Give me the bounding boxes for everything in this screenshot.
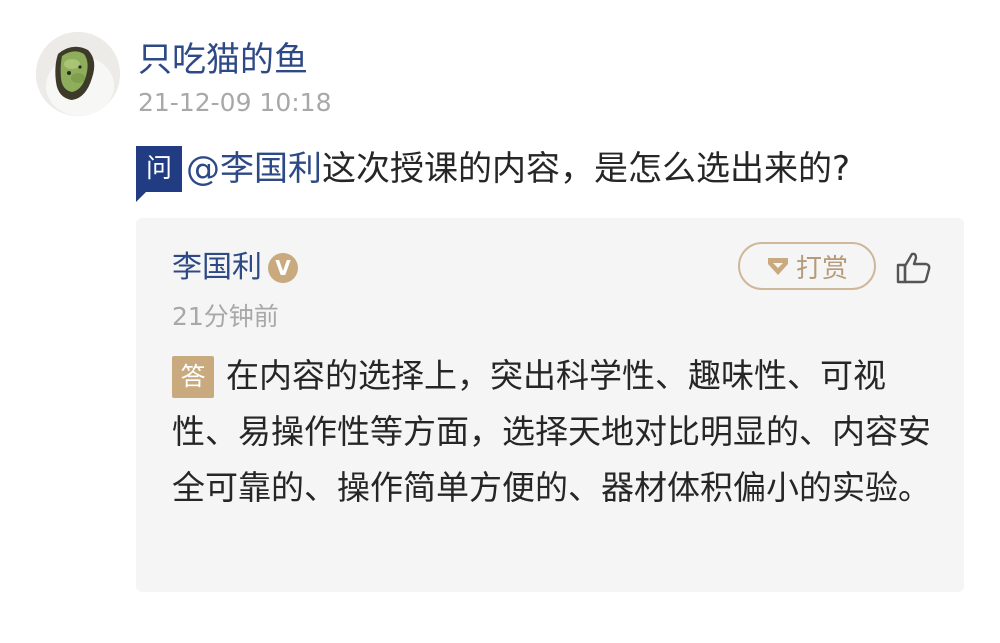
answer-body: 答在内容的选择上，突出科学性、趣味性、可视性、易操作性等方面，选择天地对比明显的…: [172, 348, 932, 516]
question-mention-link[interactable]: @李国利: [186, 146, 322, 192]
question: 问 @李国利 这次授课的内容，是怎么选出来的?: [136, 146, 851, 202]
answer-card: 李国利 V 打赏 21分钟前 答在内容的选择上，突出科学性、趣味性、可视性、易操…: [136, 218, 964, 592]
answerer-name[interactable]: 李国利: [172, 246, 262, 290]
tip-button[interactable]: 打赏: [738, 242, 876, 290]
answer-time: 21分钟前: [172, 302, 279, 331]
question-text: 这次授课的内容，是怎么选出来的?: [322, 149, 851, 189]
question-badge: 问: [136, 146, 182, 202]
post-author-name[interactable]: 只吃猫的鱼: [138, 38, 308, 82]
answer-text: 在内容的选择上，突出科学性、趣味性、可视性、易操作性等方面，选择天地对比明显的、…: [172, 356, 931, 507]
answer-badge: 答: [172, 356, 214, 398]
gem-icon: [766, 255, 790, 277]
avatar[interactable]: [36, 32, 120, 116]
thumbs-up-icon[interactable]: [894, 248, 934, 288]
avatar-image: [36, 32, 120, 116]
verified-icon: V: [268, 253, 298, 283]
tip-label: 打赏: [795, 253, 848, 284]
post-timestamp: 21-12-09 10:18: [138, 88, 332, 117]
answerer-row: 李国利 V: [172, 246, 298, 290]
